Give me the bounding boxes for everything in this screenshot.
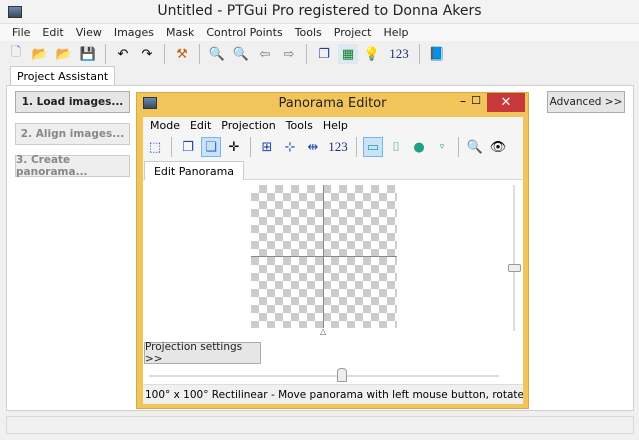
panorama-editor-window: Panorama Editor – ☐ ✕ Mode Edit Projecti…: [136, 92, 529, 409]
projection-settings-button[interactable]: Projection settings >>: [144, 341, 261, 365]
tab-edit-panorama[interactable]: Edit Panorama: [144, 161, 244, 180]
create-panorama-button[interactable]: 3. Create panorama...: [15, 154, 130, 178]
fit-icon[interactable]: ⊞: [257, 137, 277, 157]
tab-project-assistant[interactable]: Project Assistant: [10, 66, 116, 86]
horizontal-center-line: [251, 256, 397, 257]
center-marker-icon: △: [320, 327, 327, 336]
menu-view[interactable]: View: [70, 26, 108, 39]
menu-control-points[interactable]: Control Points: [200, 26, 288, 39]
arrow-right-icon[interactable]: ⇨: [279, 44, 299, 64]
menu-mask[interactable]: Mask: [160, 26, 200, 39]
undo-icon[interactable]: ↶: [113, 44, 133, 64]
menu-projection[interactable]: Projection: [216, 119, 280, 132]
editor-status-bar: 100° x 100° Rectilinear - Move panorama …: [143, 384, 523, 404]
vertical-slider[interactable]: [513, 185, 515, 331]
menu-edit[interactable]: Edit: [185, 119, 216, 132]
align-images-button[interactable]: 2. Align images...: [15, 123, 130, 145]
advanced-button[interactable]: Advanced >>: [547, 91, 625, 113]
open-icon[interactable]: 📂: [30, 44, 50, 64]
menu-help[interactable]: Help: [377, 26, 414, 39]
menu-tools[interactable]: Tools: [289, 26, 328, 39]
arrow-left-icon[interactable]: ⇦: [255, 44, 275, 64]
sphere-icon[interactable]: ●: [409, 137, 429, 157]
save-icon[interactable]: 💾: [78, 44, 98, 64]
menu-bar: File Edit View Images Mask Control Point…: [0, 24, 639, 41]
main-status-bar: [6, 416, 634, 434]
help-book-icon[interactable]: 📘: [427, 44, 447, 64]
new-icon[interactable]: 🗋: [6, 44, 26, 64]
tools-icon[interactable]: ⚒: [172, 44, 192, 64]
window-title: Untitled - PTGui Pro registered to Donna…: [157, 3, 482, 19]
menu-help[interactable]: Help: [318, 119, 353, 132]
numbers-button[interactable]: 123: [326, 137, 350, 157]
menu-file[interactable]: File: [6, 26, 36, 39]
add-images-icon[interactable]: 📂: [54, 44, 74, 64]
dropdown-icon[interactable]: ▿: [432, 137, 452, 157]
numbers-button[interactable]: 123: [386, 44, 412, 64]
outline-icon[interactable]: ❏: [201, 137, 221, 157]
zoom-in-icon[interactable]: 🔍: [207, 44, 227, 64]
vertical-slider-thumb[interactable]: [508, 264, 521, 272]
panorama-preview[interactable]: [251, 185, 397, 328]
horizontal-slider-thumb[interactable]: [337, 368, 347, 382]
panorama-editor-icon[interactable]: ❐: [314, 44, 334, 64]
edit-panorama-panel: △ Projection settings >>: [143, 179, 523, 384]
center-icon[interactable]: ⊹: [280, 137, 300, 157]
editor-menu-bar: Mode Edit Projection Tools Help: [143, 117, 523, 134]
horizontal-slider[interactable]: [149, 375, 499, 377]
menu-tools[interactable]: Tools: [281, 119, 318, 132]
maximize-button[interactable]: ☐: [471, 94, 481, 107]
eye-icon[interactable]: 👁: [488, 137, 508, 157]
title-bar: Untitled - PTGui Pro registered to Donna…: [0, 0, 639, 24]
redo-icon[interactable]: ↷: [137, 44, 157, 64]
toolbar: 🗋 📂 📂 💾 ↶ ↷ ⚒ 🔍 🔍 ⇦ ⇨ ❐ ▦ 💡 123 📘: [0, 41, 639, 67]
menu-mode[interactable]: Mode: [145, 119, 185, 132]
menu-images[interactable]: Images: [108, 26, 160, 39]
minimize-button[interactable]: –: [460, 94, 466, 108]
straighten-icon[interactable]: ⇹: [303, 137, 323, 157]
editor-title: Panorama Editor: [278, 96, 387, 111]
lightbulb-icon[interactable]: 💡: [362, 44, 382, 64]
editor-toolbar: ⬚ ❐ ❏ ✛ ⊞ ⊹ ⇹ 123 ▭ ⌷ ● ▿ 🔍 👁: [143, 134, 523, 160]
close-button[interactable]: ✕: [487, 93, 525, 112]
images-icon[interactable]: ❐: [178, 137, 198, 157]
table-icon[interactable]: ▦: [338, 44, 358, 64]
zoom-out-icon[interactable]: 🔍: [231, 44, 251, 64]
cylinder-icon[interactable]: ⌷: [386, 137, 406, 157]
load-images-button[interactable]: 1. Load images...: [15, 91, 130, 113]
select-cursor-icon[interactable]: ⬚: [145, 137, 165, 157]
zoom-icon[interactable]: 🔍: [465, 137, 485, 157]
menu-project[interactable]: Project: [328, 26, 378, 39]
menu-edit[interactable]: Edit: [36, 26, 69, 39]
rectilinear-icon[interactable]: ▭: [363, 137, 383, 157]
crosshair-icon[interactable]: ✛: [224, 137, 244, 157]
